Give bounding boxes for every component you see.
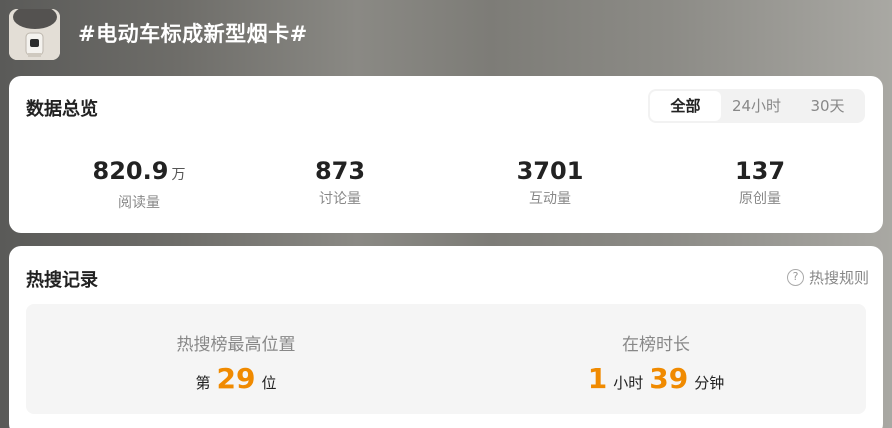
rank-suffix: 位 (261, 374, 277, 392)
highest-position-value: 第 29 位 (26, 362, 446, 395)
tab-24-hours[interactable]: 24小时 (721, 91, 792, 121)
hours-unit: 小时 (613, 374, 644, 392)
stat-number: 820.9 (92, 157, 169, 185)
highest-position: 热搜榜最高位置 第 29 位 (26, 304, 446, 414)
question-icon: ? (786, 269, 804, 286)
stat-label: 原创量 (739, 191, 781, 207)
stat-unit: 万 (171, 167, 186, 183)
hot-search-title: 热搜记录 (26, 270, 98, 291)
stat-label: 讨论量 (319, 191, 361, 207)
rank-prefix: 第 (195, 374, 211, 392)
duration-value: 1 小时 39 分钟 (446, 362, 866, 395)
tab-30-days[interactable]: 30天 (792, 91, 863, 121)
topic-avatar[interactable] (9, 9, 60, 60)
duration-minutes: 39 (649, 362, 689, 395)
stat-interactions: 3701 互动量 (445, 156, 655, 208)
time-range-tabs: 全部 24小时 30天 (648, 89, 865, 123)
stat-value: 873 (235, 156, 445, 186)
stat-label: 阅读量 (118, 195, 160, 211)
hot-search-rules-link[interactable]: ? 热搜规则 (786, 267, 869, 288)
duration-hours: 1 (587, 362, 608, 395)
stat-reads: 820.9 万 阅读量 (34, 156, 244, 212)
duration-label: 在榜时长 (622, 335, 690, 355)
on-list-duration: 在榜时长 1 小时 39 分钟 (446, 304, 866, 414)
rules-label: 热搜规则 (808, 269, 869, 287)
rank-number: 29 (216, 362, 256, 395)
highest-position-label: 热搜榜最高位置 (176, 335, 296, 355)
stat-originals: 137 原创量 (655, 156, 865, 208)
stat-label: 互动量 (529, 191, 571, 207)
hot-search-card: 热搜记录 ? 热搜规则 热搜榜最高位置 第 29 位 在榜时长 1 小时 39 分钟 (9, 246, 883, 428)
minutes-unit: 分钟 (694, 374, 725, 392)
stat-value: 137 (655, 156, 865, 186)
tab-all[interactable]: 全部 (650, 91, 721, 121)
stat-value: 820.9 万 (34, 156, 244, 190)
avatar-image (9, 9, 60, 60)
stat-number: 873 (314, 157, 366, 185)
topic-header: #电动车标成新型烟卡# (0, 0, 892, 70)
overview-title: 数据总览 (26, 99, 98, 120)
stat-number: 137 (734, 157, 786, 185)
data-overview-card: 数据总览 全部 24小时 30天 820.9 万 阅读量 873 讨论量 3701… (9, 76, 883, 233)
stat-number: 3701 (516, 157, 584, 185)
topic-title: #电动车标成新型烟卡# (78, 22, 308, 46)
stat-discussions: 873 讨论量 (235, 156, 445, 208)
stat-value: 3701 (445, 156, 655, 186)
hot-search-stats: 热搜榜最高位置 第 29 位 在榜时长 1 小时 39 分钟 (26, 304, 866, 414)
stats-row: 820.9 万 阅读量 873 讨论量 3701 互动量 137 原创量 (9, 156, 883, 216)
